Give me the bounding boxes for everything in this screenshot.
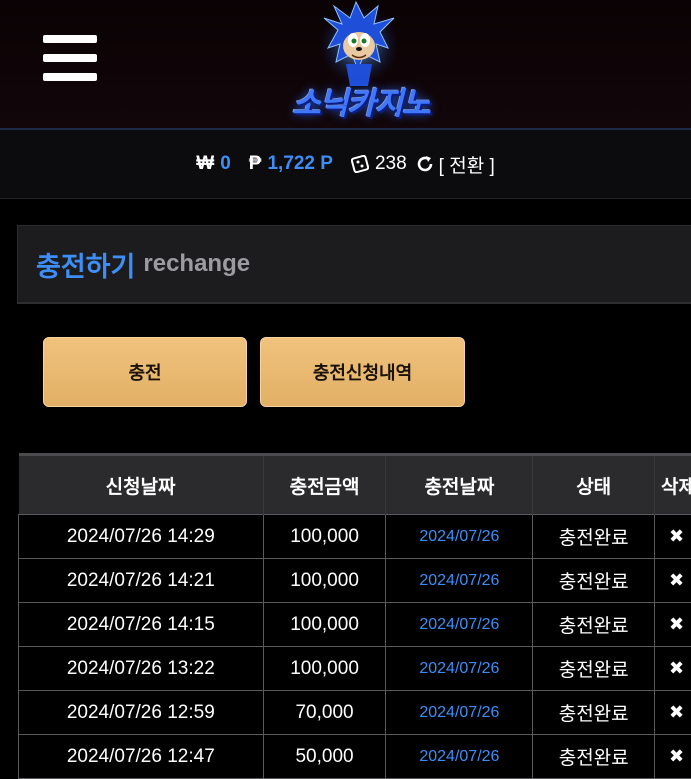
page-title-box: 충전하기 rechange	[17, 225, 691, 304]
exchange-button[interactable]: [ 전환 ]	[439, 151, 495, 178]
refresh-icon[interactable]	[415, 154, 435, 174]
request-date-cell: 2024/07/26 12:59	[19, 691, 264, 735]
amount-cell: 100,000	[263, 603, 386, 647]
header-amount: 충전금액	[263, 455, 386, 515]
amount-cell: 100,000	[263, 515, 386, 559]
charge-history-table: 신청날짜 충전금액 충전날짜 상태 삭제 2024/07/26 14:29 10…	[18, 453, 691, 779]
charge-date-cell: 2024/07/26	[386, 647, 533, 691]
won-value: 0	[220, 153, 231, 175]
chip-value: 238	[375, 153, 407, 175]
table-row: 2024/07/26 14:29 100,000 2024/07/26 충전완료…	[19, 515, 691, 559]
header-request-date: 신청날짜	[19, 455, 264, 515]
amount-cell: 100,000	[263, 647, 386, 691]
balance-bar: ₩ 0 ₱ 1,722 P 238 [ 전환 ]	[0, 130, 691, 199]
header-status: 상태	[533, 455, 655, 515]
table-row: 2024/07/26 12:47 50,000 2024/07/26 충전완료 …	[19, 735, 691, 779]
charge-date-cell: 2024/07/26	[386, 691, 533, 735]
point-icon: ₱	[249, 153, 262, 175]
table-row: 2024/07/26 13:22 100,000 2024/07/26 충전완료…	[19, 647, 691, 691]
page-title: 충전하기	[36, 245, 135, 284]
won-balance: ₩ 0	[196, 153, 231, 175]
request-date-cell: 2024/07/26 14:29	[19, 515, 264, 559]
request-date-cell: 2024/07/26 14:21	[19, 559, 264, 603]
status-cell: 충전완료	[533, 515, 655, 559]
charge-date-cell: 2024/07/26	[386, 603, 533, 647]
charge-button[interactable]: 충전	[43, 337, 247, 407]
point-balance: ₱ 1,722 P	[249, 153, 333, 175]
delete-icon[interactable]: ✖	[655, 603, 691, 647]
charge-history-button[interactable]: 충전신청내역	[260, 337, 465, 407]
table-header-row: 신청날짜 충전금액 충전날짜 상태 삭제	[19, 455, 691, 515]
delete-icon[interactable]: ✖	[655, 515, 691, 559]
chip-balance: 238 [ 전환 ]	[351, 151, 495, 178]
logo-text: 소닉카지노	[272, 78, 450, 123]
header-charge-date: 충전날짜	[386, 455, 533, 515]
status-cell: 충전완료	[533, 691, 655, 735]
amount-cell: 100,000	[263, 559, 386, 603]
charge-date-cell: 2024/07/26	[386, 515, 533, 559]
point-value: 1,722 P	[267, 153, 333, 175]
delete-icon[interactable]: ✖	[655, 691, 691, 735]
sonic-mascot-icon	[318, 0, 400, 86]
chip-icon	[351, 155, 369, 173]
delete-icon[interactable]: ✖	[655, 735, 691, 779]
charge-date-cell: 2024/07/26	[386, 559, 533, 603]
status-cell: 충전완료	[533, 559, 655, 603]
page-subtitle: rechange	[143, 250, 250, 278]
header-delete: 삭제	[655, 455, 691, 515]
amount-cell: 70,000	[263, 691, 386, 735]
table-row: 2024/07/26 14:21 100,000 2024/07/26 충전완료…	[19, 559, 691, 603]
site-header: 소닉카지노	[0, 0, 691, 130]
amount-cell: 50,000	[263, 735, 386, 779]
request-date-cell: 2024/07/26 14:15	[19, 603, 264, 647]
request-date-cell: 2024/07/26 13:22	[19, 647, 264, 691]
charge-date-cell: 2024/07/26	[386, 735, 533, 779]
delete-icon[interactable]: ✖	[655, 647, 691, 691]
status-cell: 충전완료	[533, 603, 655, 647]
table-row: 2024/07/26 12:59 70,000 2024/07/26 충전완료 …	[19, 691, 691, 735]
status-cell: 충전완료	[533, 647, 655, 691]
request-date-cell: 2024/07/26 12:47	[19, 735, 264, 779]
delete-icon[interactable]: ✖	[655, 559, 691, 603]
hamburger-menu-icon[interactable]	[43, 35, 97, 81]
won-icon: ₩	[196, 153, 214, 175]
site-logo[interactable]: 소닉카지노	[272, 0, 450, 122]
status-cell: 충전완료	[533, 735, 655, 779]
table-row: 2024/07/26 14:15 100,000 2024/07/26 충전완료…	[19, 603, 691, 647]
